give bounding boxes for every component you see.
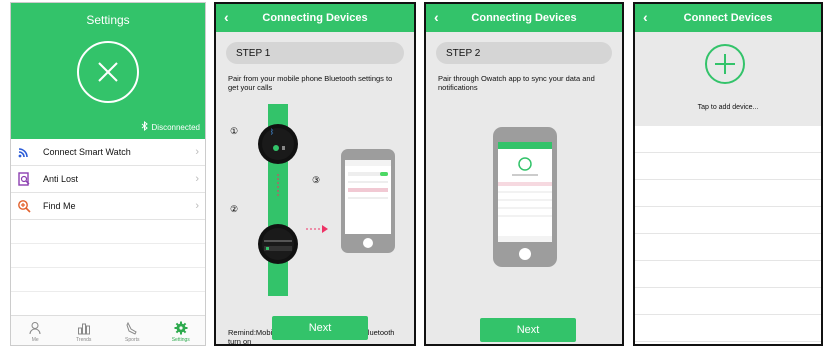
marker-3: ③ <box>312 175 321 185</box>
tab-bar: Me Trends Sports Settings <box>11 315 205 345</box>
header: ‹ Connect Devices <box>635 4 821 32</box>
tab-label: Sports <box>125 337 140 343</box>
device-list-row <box>635 153 821 180</box>
menu-item-find-me[interactable]: Find Me › <box>11 193 205 220</box>
tab-label: Trends <box>76 337 92 343</box>
page-title: Settings <box>86 13 130 27</box>
back-chevron-icon[interactable]: ‹ <box>434 9 439 25</box>
phone-owatch-app-illustration <box>493 127 557 267</box>
next-button[interactable]: Next <box>272 316 368 340</box>
device-list-row <box>635 261 821 288</box>
wifi-signal-icon <box>15 143 33 161</box>
device-list-row <box>635 315 821 342</box>
page-title: Connecting Devices <box>471 12 577 24</box>
tap-to-add-text: Tap to add device... <box>697 104 759 111</box>
device-list-row <box>635 180 821 207</box>
anti-lost-icon <box>15 170 33 188</box>
chevron-right-icon: › <box>195 173 199 185</box>
header: ‹ Connecting Devices <box>426 4 622 32</box>
empty-row <box>11 220 205 244</box>
connection-status: Disconnected <box>141 120 200 133</box>
empty-row <box>11 244 205 268</box>
tab-label: Settings <box>171 337 190 343</box>
smartwatch-pairing-illustration <box>258 196 298 296</box>
find-me-icon <box>15 197 33 215</box>
empty-row <box>11 292 205 316</box>
person-icon <box>29 322 41 335</box>
svg-text:ᛒ: ᛒ <box>270 128 274 136</box>
device-list-row <box>635 207 821 234</box>
add-device-area[interactable]: Tap to add device... <box>635 32 821 126</box>
marker-2: ② <box>230 204 239 214</box>
tab-settings[interactable]: Settings <box>157 316 206 345</box>
menu-item-label: Find Me <box>43 201 76 211</box>
device-list-row <box>635 234 821 261</box>
content-area: STEP 1 Pair from your mobile phone Bluet… <box>216 32 414 344</box>
phone-bluetooth-settings-illustration <box>341 149 395 253</box>
content-area: STEP 2 Pair through Owatch app to sync y… <box>426 32 622 344</box>
marker-1: ① <box>230 126 239 136</box>
step-label: STEP 1 <box>226 42 404 64</box>
menu-item-label: Anti Lost <box>43 174 79 184</box>
step-label: STEP 2 <box>436 42 612 64</box>
header: ‹ Connecting Devices <box>216 4 414 32</box>
chevron-right-icon: › <box>195 200 199 212</box>
step-description: Pair from your mobile phone Bluetooth se… <box>228 74 393 92</box>
bluetooth-icon <box>141 120 148 133</box>
dashed-arrow-right-icon <box>306 225 328 233</box>
back-chevron-icon[interactable]: ‹ <box>643 9 648 25</box>
tab-sports[interactable]: Sports <box>108 316 157 345</box>
screenshot-collage: Settings Disconnected Connect Smart Watc… <box>0 0 828 348</box>
bar-chart-icon <box>77 323 90 335</box>
step-description: Pair through Owatch app to sync your dat… <box>438 74 595 92</box>
next-button[interactable]: Next <box>480 318 576 342</box>
tab-trends[interactable]: Trends <box>60 316 109 345</box>
status-text: Disconnected <box>151 122 200 132</box>
disconnect-circle-icon[interactable] <box>77 41 139 103</box>
settings-screen: Settings Disconnected Connect Smart Watc… <box>10 2 206 346</box>
empty-row <box>11 268 205 292</box>
menu-item-label: Connect Smart Watch <box>43 147 131 157</box>
menu-item-anti-lost[interactable]: Anti Lost › <box>11 166 205 193</box>
page-title: Connecting Devices <box>262 12 368 24</box>
tab-label: Me <box>31 337 39 343</box>
device-list-row <box>635 288 821 315</box>
back-chevron-icon[interactable]: ‹ <box>224 9 229 25</box>
tab-me[interactable]: Me <box>11 316 60 345</box>
connecting-devices-step1-screen: ‹ Connecting Devices STEP 1 Pair from yo… <box>214 2 416 346</box>
chevron-right-icon: › <box>195 146 199 158</box>
shoe-icon <box>126 321 137 335</box>
connecting-devices-step2-screen: ‹ Connecting Devices STEP 2 Pair through… <box>424 2 624 346</box>
connect-devices-screen: ‹ Connect Devices Tap to add device... <box>633 2 823 346</box>
device-list-row <box>635 126 821 153</box>
gear-icon <box>174 321 188 335</box>
add-device-plus-icon[interactable] <box>705 44 745 84</box>
page-title: Connect Devices <box>683 12 773 24</box>
menu-item-connect-smart-watch[interactable]: Connect Smart Watch › <box>11 139 205 166</box>
settings-header: Settings Disconnected <box>11 3 205 139</box>
